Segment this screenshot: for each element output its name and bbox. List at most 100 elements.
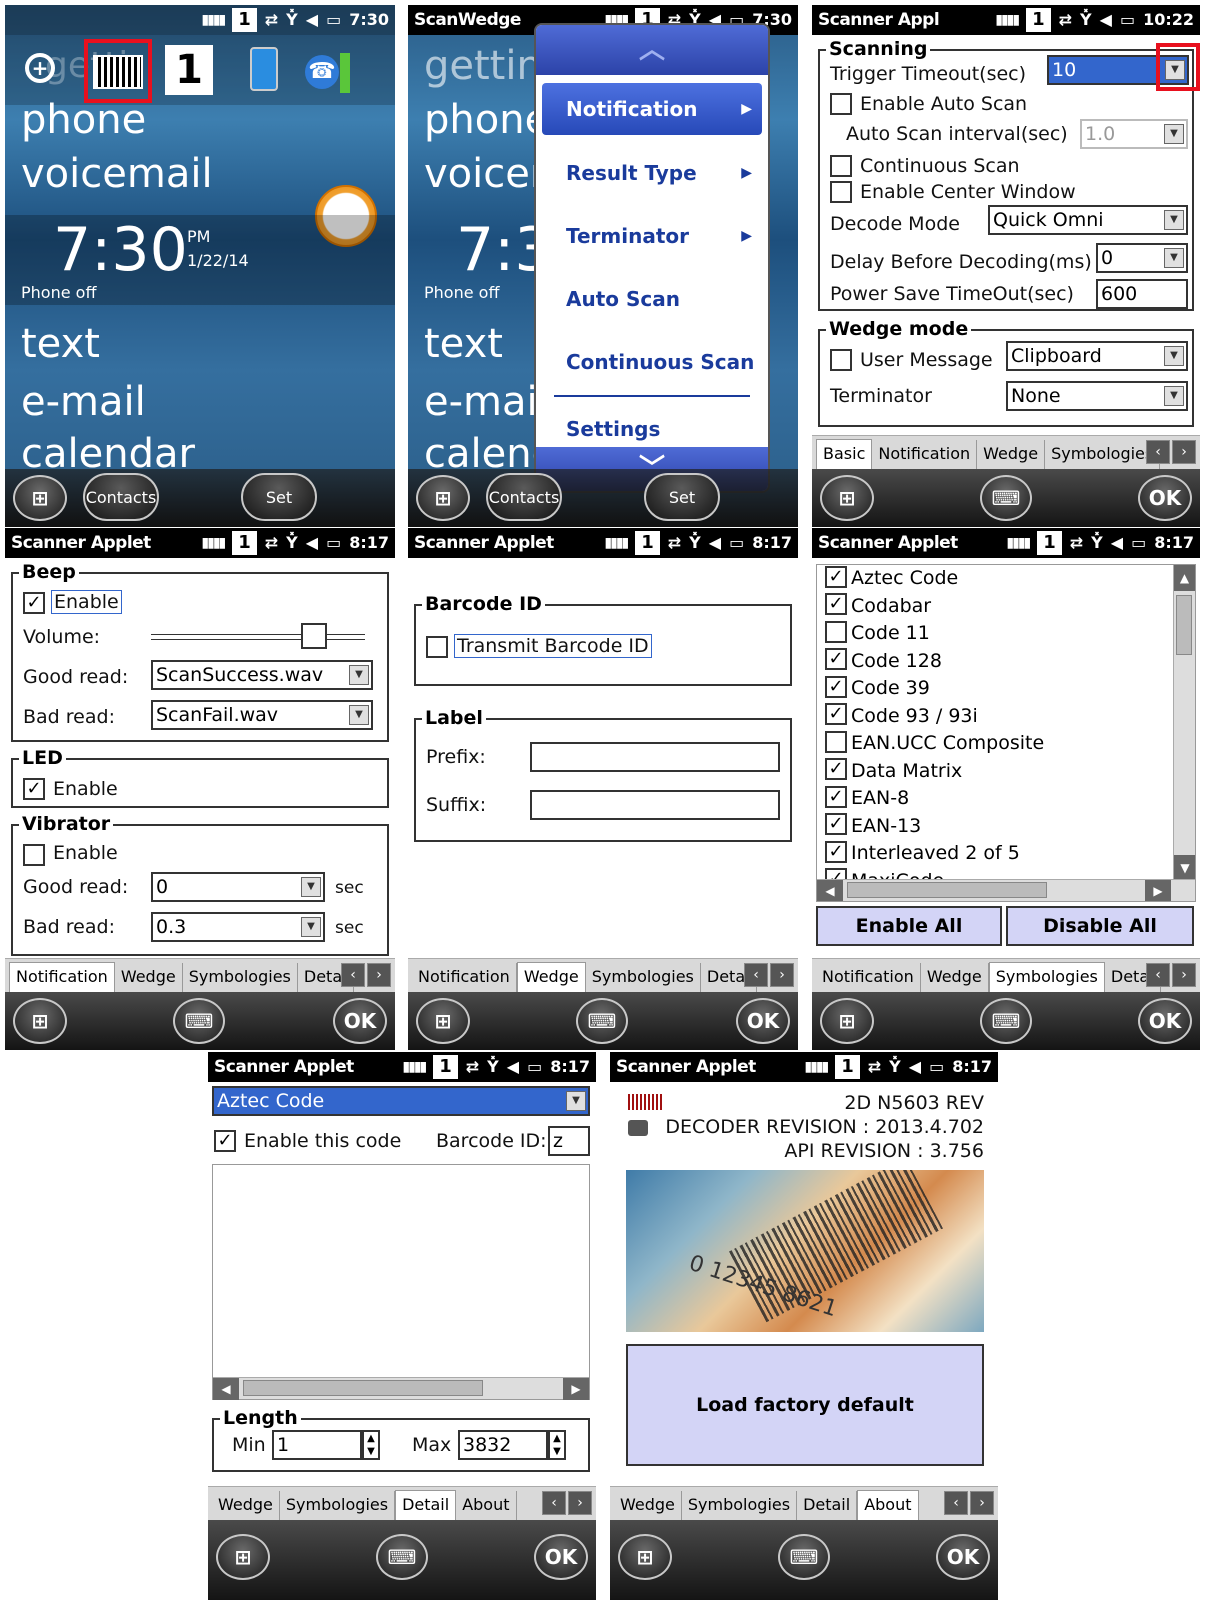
scanner-number-icon[interactable]: 1 [165, 45, 213, 95]
tab-scroll-right-icon[interactable]: › [1172, 963, 1196, 987]
tab-scroll-left-icon[interactable]: ‹ [341, 963, 365, 987]
tab-scroll-left-icon[interactable]: ‹ [944, 1491, 968, 1515]
ok-button[interactable]: OK [936, 1534, 990, 1580]
symbology-checkbox[interactable]: ✓ [825, 703, 847, 725]
enable-code-checkbox[interactable]: ✓ [214, 1130, 236, 1152]
tab-symbologies[interactable]: Symbologies [586, 963, 701, 992]
keyboard-button[interactable]: ⌨ [778, 1534, 830, 1580]
tab-scroll-right-icon[interactable]: › [1172, 440, 1196, 464]
tab-wedge[interactable]: Wedge [212, 1491, 280, 1520]
start-button[interactable]: ⊞ [820, 998, 874, 1044]
tab-about[interactable]: About [456, 1491, 517, 1520]
horizontal-scrollbar[interactable]: ◀ ▶ [213, 1377, 589, 1400]
home-item-text[interactable]: text [21, 321, 100, 367]
scroll-left-icon[interactable]: ◀ [213, 1378, 239, 1400]
ok-button[interactable]: OK [1138, 998, 1192, 1044]
menu-item-continuous-scan[interactable]: Continuous Scan [542, 336, 762, 388]
chevron-down-icon[interactable]: ▼ [301, 877, 321, 897]
start-button[interactable]: ⊞ [416, 475, 470, 521]
keyboard-button[interactable]: ⌨ [376, 1534, 428, 1580]
tab-symbologies[interactable]: Symbologies [280, 1491, 396, 1520]
tab-scroll-right-icon[interactable]: › [770, 963, 794, 987]
symbology-checkbox[interactable]: ✓ [825, 840, 847, 863]
symbology-item[interactable]: ✓ Code 93 / 93i [825, 703, 978, 728]
scanner-barcode-icon[interactable] [93, 55, 143, 89]
home-item-email[interactable]: e-mail [21, 379, 146, 425]
tab-basic[interactable]: Basic [816, 439, 873, 469]
symbology-item[interactable]: ✓ EAN-8 [825, 785, 909, 810]
keyboard-button[interactable]: ⌨ [576, 998, 628, 1044]
user-message-select[interactable]: Clipboard ▼ [1006, 341, 1188, 371]
scroll-right-icon[interactable]: ▶ [1145, 880, 1171, 901]
tab-scroll-left-icon[interactable]: ‹ [542, 1491, 566, 1515]
tab-symbologies[interactable]: Symbologies [1045, 440, 1161, 469]
vibrator-bad-read-select[interactable]: 0.3 ▼ [151, 912, 325, 942]
symbology-item[interactable]: ✓ Data Matrix [825, 758, 962, 783]
set-button[interactable]: Set [644, 473, 720, 521]
symbology-checkbox[interactable]: ✓ [825, 758, 847, 780]
symbology-select[interactable]: Aztec Code ▼ [212, 1086, 590, 1116]
min-input[interactable]: 1 [272, 1430, 362, 1460]
barcode-id-input[interactable]: z [548, 1126, 590, 1156]
scroll-up-icon[interactable]: ▲ [1174, 565, 1195, 591]
tab-notification[interactable]: Notification [872, 440, 978, 469]
tab-detail[interactable]: Detail [797, 1491, 858, 1520]
tab-symbologies[interactable]: Symbologies [183, 963, 298, 992]
tab-detail[interactable]: Detail [395, 1490, 457, 1520]
start-button[interactable]: ⊞ [13, 475, 67, 521]
symbology-item[interactable]: Code 11 [825, 620, 930, 645]
symbology-checkbox[interactable] [825, 620, 847, 643]
center-window-checkbox[interactable] [830, 181, 852, 203]
terminator-select[interactable]: None ▼ [1006, 381, 1188, 411]
scroll-down-icon[interactable]: ▼ [1174, 855, 1195, 881]
ok-button[interactable]: OK [534, 1534, 588, 1580]
user-message-checkbox[interactable] [830, 349, 852, 371]
tab-scroll-right-icon[interactable]: › [367, 963, 391, 987]
chevron-down-icon[interactable]: ▼ [301, 917, 321, 937]
tab-scroll-left-icon[interactable]: ‹ [1146, 963, 1170, 987]
symbology-item[interactable]: ✓ EAN-13 [825, 813, 921, 838]
symbology-checkbox[interactable]: ✓ [825, 565, 847, 588]
start-button[interactable]: ⊞ [13, 998, 67, 1044]
enable-all-button[interactable]: Enable All [816, 906, 1002, 946]
symbology-item[interactable]: EAN.UCC Composite [825, 730, 1044, 755]
min-spinner[interactable]: ▲ ▼ [362, 1430, 380, 1460]
tab-scroll-right-icon[interactable]: › [568, 1491, 592, 1515]
ok-button[interactable]: OK [1138, 475, 1192, 521]
good-read-select[interactable]: ScanSuccess.wav ▼ [151, 660, 373, 690]
tab-notification[interactable]: Notification [9, 962, 115, 992]
symbology-item[interactable]: ✓ Codabar [825, 593, 931, 618]
continuous-scan-checkbox[interactable] [830, 155, 852, 177]
chevron-down-icon[interactable]: ▼ [1164, 210, 1184, 230]
start-button[interactable]: ⊞ [416, 998, 470, 1044]
ok-button[interactable]: OK [736, 998, 790, 1044]
menu-scroll-up[interactable]: ︿ [536, 25, 768, 75]
max-spinner[interactable]: ▲ ▼ [548, 1430, 566, 1460]
phone-icon[interactable] [250, 47, 278, 91]
vibrator-enable-checkbox[interactable] [23, 844, 45, 866]
tab-scroll-right-icon[interactable]: › [970, 1491, 994, 1515]
enable-auto-scan-checkbox[interactable] [830, 93, 852, 115]
disable-all-button[interactable]: Disable All [1006, 906, 1194, 946]
keyboard-button[interactable]: ⌨ [980, 998, 1032, 1044]
volume-thumb[interactable] [301, 623, 327, 649]
symbology-checkbox[interactable]: ✓ [825, 675, 847, 698]
symbology-item[interactable]: ✓ Code 128 [825, 648, 942, 673]
keyboard-button[interactable]: ⌨ [980, 475, 1032, 521]
prefix-input[interactable] [530, 742, 780, 772]
tab-wedge[interactable]: Wedge [921, 963, 989, 992]
tab-wedge[interactable]: Wedge [516, 962, 586, 992]
ok-button[interactable]: OK [333, 998, 387, 1044]
contacts-button[interactable]: Contacts [83, 473, 159, 521]
max-input[interactable]: 3832 [458, 1430, 548, 1460]
symbology-item[interactable]: ✓ Interleaved 2 of 5 [825, 840, 1020, 865]
horizontal-scrollbar[interactable]: ◀ ▶ [817, 879, 1195, 901]
tab-notification[interactable]: Notification [412, 963, 517, 992]
menu-item-notification[interactable]: Notification ▶ [542, 83, 762, 135]
power-save-input[interactable]: 600 [1096, 279, 1188, 309]
delay-select[interactable]: 0 ▼ [1096, 243, 1188, 273]
chevron-down-icon[interactable]: ▼ [1164, 124, 1184, 144]
scroll-thumb[interactable] [1176, 595, 1192, 655]
tab-notification[interactable]: Notification [816, 963, 921, 992]
start-button[interactable]: ⊞ [618, 1534, 672, 1580]
